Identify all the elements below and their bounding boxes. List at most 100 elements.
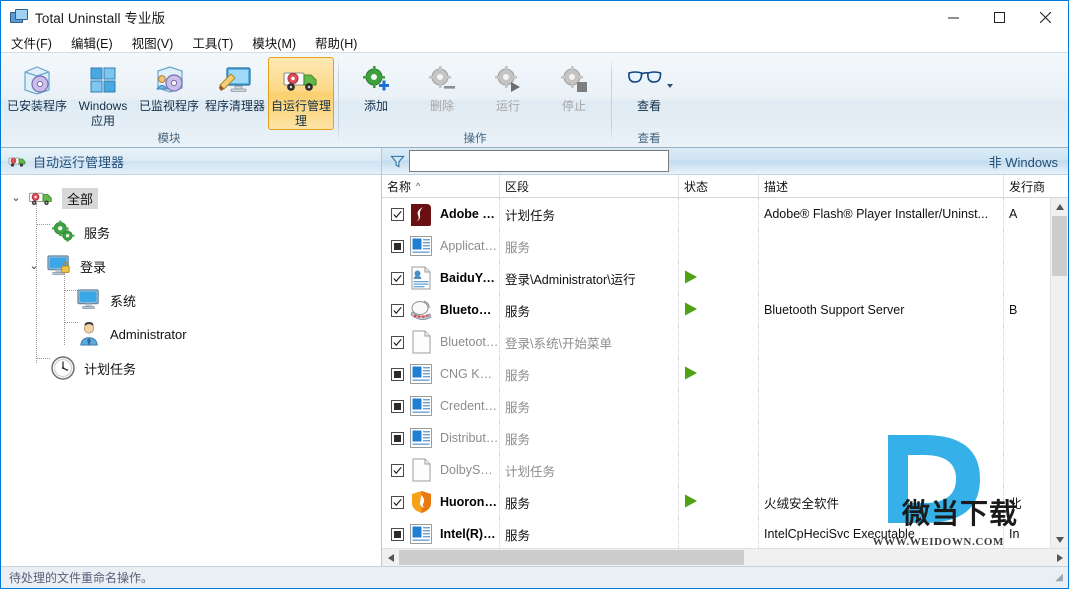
column-header-segment[interactable]: 区段 <box>500 175 679 197</box>
cell-name: DolbySelecto... <box>382 454 500 486</box>
cell-publisher <box>1004 454 1050 486</box>
column-header-description[interactable]: 描述 <box>759 175 1004 197</box>
row-publisher-label: B <box>1009 303 1018 317</box>
funnel-icon[interactable] <box>390 154 405 169</box>
row-name-label: Application L... <box>440 239 499 253</box>
table-row[interactable]: Huorong Inte... 服务 火绒安全软件 北 <box>382 486 1050 518</box>
tree-item-logon[interactable]: ⌄ 登录 <box>1 249 381 283</box>
ribbon-button-installed-programs[interactable]: 已安装程序 <box>4 57 70 129</box>
ribbon-button-monitored-programs[interactable]: 已监视程序 <box>136 57 202 129</box>
column-header-status[interactable]: 状态 <box>679 175 759 197</box>
column-label: 描述 <box>764 179 789 194</box>
row-checkbox[interactable] <box>391 271 404 285</box>
cell-status <box>679 198 759 230</box>
cell-publisher: B <box>1004 294 1050 326</box>
ribbon-separator <box>611 57 612 143</box>
close-button[interactable] <box>1022 1 1068 33</box>
tree-item-services[interactable]: 服务 <box>1 215 381 249</box>
maximize-button[interactable] <box>976 1 1022 33</box>
column-header-publisher[interactable]: 发行商 <box>1004 175 1051 197</box>
row-checkbox[interactable] <box>391 527 404 541</box>
ribbon-button-add[interactable]: 添加 <box>343 57 409 129</box>
table-row[interactable]: Intel(R) Conte... 服务 IntelCpHeciSvc Execut… <box>382 518 1050 548</box>
ribbon-group-view: 查看 查看 <box>613 53 685 147</box>
autorun-tree: ⌄ 全部 服务 ⌄ 登录 系统 Administrator 计划任务 <box>1 175 381 566</box>
horizontal-scrollbar[interactable] <box>382 548 1068 566</box>
menu-view[interactable]: 视图(V) <box>130 32 184 53</box>
cell-description <box>759 454 1004 486</box>
vertical-scrollbar[interactable] <box>1050 198 1068 548</box>
table-row[interactable]: Adobe Flash ... 计划任务 Adobe® Flash® Player … <box>382 198 1050 230</box>
ribbon-button-program-cleaner[interactable]: 程序清理器 <box>202 57 268 129</box>
ribbon-toolbar: 已安装程序 Windows 应用 已监视程序 程序清理器 自运行管理理 模块 添… <box>1 52 1068 148</box>
ribbon-button-autorun-manager[interactable]: 自运行管理理 <box>268 57 334 130</box>
scroll-up-arrow[interactable] <box>1051 198 1068 215</box>
table-row[interactable]: Distributed T... 服务 <box>382 422 1050 454</box>
table-row[interactable]: Bluetooth.lnk 登录\系统\开始菜单 <box>382 326 1050 358</box>
ribbon-label: 运行 <box>495 99 520 113</box>
row-checkbox[interactable] <box>391 207 404 221</box>
minimize-button[interactable] <box>930 1 976 33</box>
menu-modules[interactable]: 模块(M) <box>250 32 306 53</box>
tree-item-administrator[interactable]: Administrator <box>1 317 381 351</box>
tree-label: 服务 <box>84 225 111 241</box>
menu-edit[interactable]: 编辑(E) <box>69 32 123 53</box>
row-checkbox[interactable] <box>391 367 404 381</box>
monitored-programs-icon <box>152 63 186 97</box>
row-checkbox[interactable] <box>391 463 404 477</box>
tree-item-system[interactable]: 系统 <box>1 283 381 317</box>
row-description-label: Bluetooth Support Server <box>764 303 905 317</box>
menu-file[interactable]: 文件(F) <box>9 32 62 53</box>
row-checkbox[interactable] <box>391 431 404 445</box>
vertical-scrollbar-thumb[interactable] <box>1052 216 1067 276</box>
scroll-down-arrow[interactable] <box>1051 531 1068 548</box>
ribbon-button-view[interactable]: 查看 <box>616 57 682 129</box>
cell-status <box>679 422 759 454</box>
logon-monitor-lock-icon <box>45 254 73 278</box>
row-checkbox[interactable] <box>391 239 404 253</box>
ribbon-button-delete[interactable]: 删除 <box>409 57 475 129</box>
row-checkbox[interactable] <box>391 335 404 349</box>
row-publisher-label: In <box>1009 527 1020 541</box>
row-description-label: IntelCpHeciSvc Executable <box>764 527 915 541</box>
table-row[interactable]: DolbySelecto... 计划任务 <box>382 454 1050 486</box>
filter-input[interactable] <box>409 150 669 172</box>
service-window-icon <box>408 524 434 544</box>
tree-item-all[interactable]: ⌄ 全部 <box>1 181 381 215</box>
horizontal-scrollbar-thumb[interactable] <box>399 550 744 565</box>
table-row[interactable]: BaiduYunDet... 登录\Administrator\运行 <box>382 262 1050 294</box>
row-checkbox[interactable] <box>391 303 404 317</box>
menu-help[interactable]: 帮助(H) <box>313 32 367 53</box>
resize-grip[interactable]: ◢ <box>1055 572 1064 583</box>
row-segment-label: 服务 <box>505 240 531 255</box>
ribbon-button-run[interactable]: 运行 <box>475 57 541 129</box>
column-header-name[interactable]: 名称 ^ <box>382 175 500 197</box>
scroll-right-arrow[interactable] <box>1051 549 1068 566</box>
row-name-label: Adobe Flash ... <box>440 207 499 221</box>
expander-all[interactable]: ⌄ <box>5 192 27 204</box>
row-segment-label: 登录\系统\开始菜单 <box>505 336 612 351</box>
ribbon-button-windows-apps[interactable]: Windows 应用 <box>70 57 136 130</box>
cell-description <box>759 230 1004 262</box>
row-checkbox[interactable] <box>391 495 404 509</box>
row-checkbox[interactable] <box>391 399 404 413</box>
tree-item-scheduled-tasks[interactable]: 计划任务 <box>1 351 381 385</box>
expander-logon[interactable]: ⌄ <box>23 260 45 272</box>
ribbon-button-stop[interactable]: 停止 <box>541 57 607 129</box>
table-row[interactable]: CNG Key Isol... 服务 <box>382 358 1050 390</box>
cell-status <box>679 518 759 548</box>
scroll-left-arrow[interactable] <box>382 549 399 566</box>
add-gear-icon <box>361 63 391 97</box>
row-segment-label: 登录\Administrator\运行 <box>505 272 636 287</box>
table-row[interactable]: Bluetooth Ser... 服务 Bluetooth Support Serv… <box>382 294 1050 326</box>
cell-segment: 登录\系统\开始菜单 <box>500 326 679 358</box>
ribbon-group-operations: 添加 删除 运行 停止 操作 <box>340 53 610 147</box>
row-name-label: BaiduYunDet... <box>440 271 499 285</box>
cell-status <box>679 230 759 262</box>
list-area: Adobe Flash ... 计划任务 Adobe® Flash® Player … <box>382 198 1068 548</box>
chevron-down-icon[interactable] <box>666 84 673 88</box>
menu-tools[interactable]: 工具(T) <box>190 32 243 53</box>
table-row[interactable]: Credential M... 服务 <box>382 390 1050 422</box>
row-publisher-label: A <box>1009 207 1018 221</box>
table-row[interactable]: Application L... 服务 <box>382 230 1050 262</box>
